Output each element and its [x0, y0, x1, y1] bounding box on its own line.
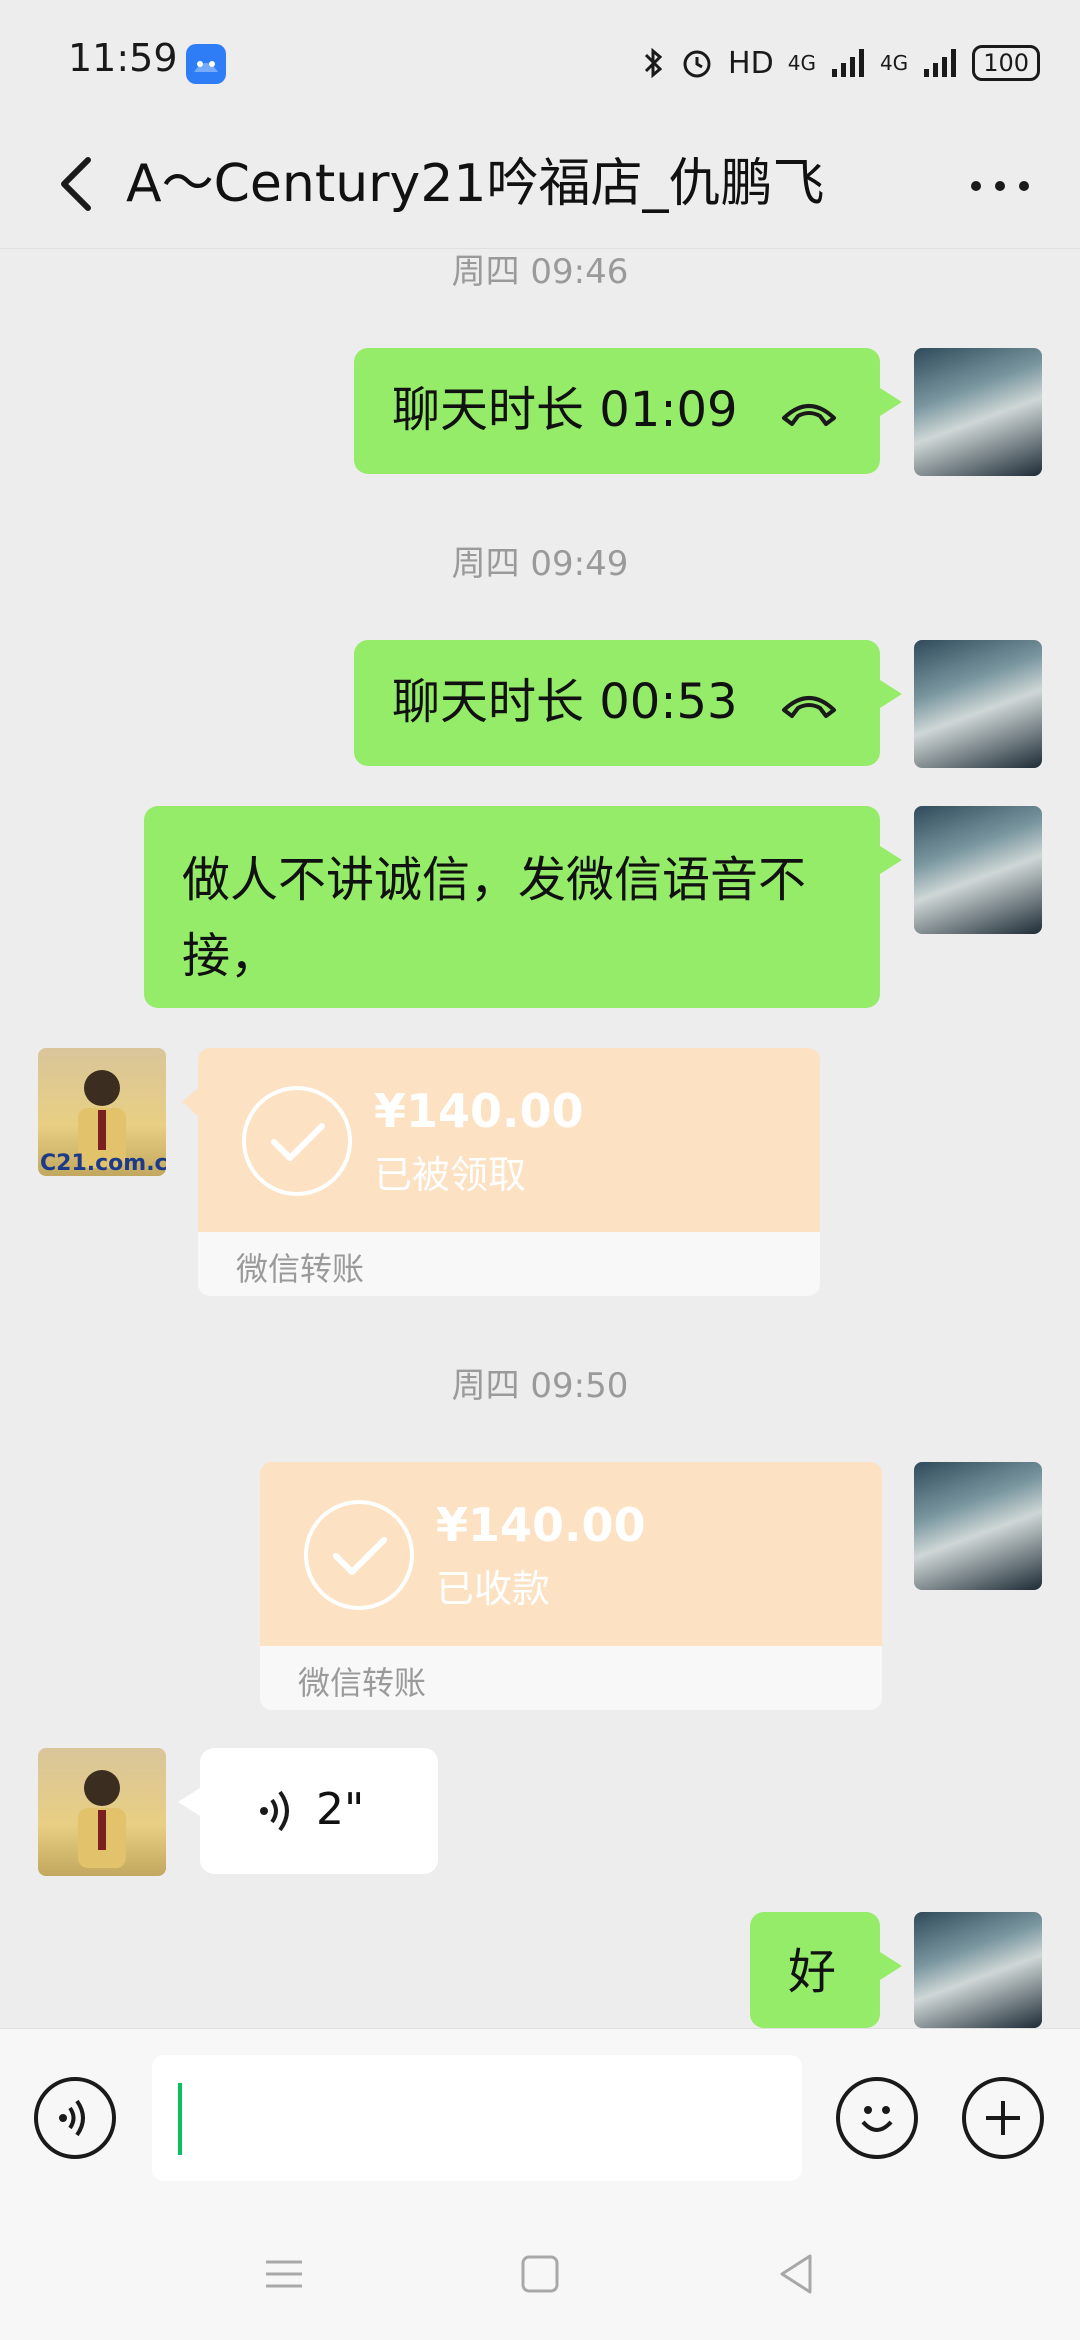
- text-message-bubble[interactable]: 好: [750, 1912, 902, 2028]
- my-avatar[interactable]: [914, 348, 1042, 476]
- chat-header: A～Century21吟福店_仇鹏飞: [0, 120, 1080, 249]
- emoji-button[interactable]: [836, 2077, 918, 2159]
- my-avatar[interactable]: [914, 1912, 1042, 2028]
- signal-4g-2: 4G: [879, 51, 909, 75]
- check-icon: [242, 1086, 352, 1196]
- more-options-button[interactable]: [960, 144, 1040, 224]
- timestamp: 周四 09:50: [451, 1366, 629, 1406]
- back-triangle-icon[interactable]: [776, 2252, 816, 2296]
- back-button[interactable]: [40, 144, 120, 224]
- transfer-card[interactable]: ¥140.00 已收款 微信转账: [260, 1462, 882, 1710]
- status-bar: 11:59 HD 4G 4G 100: [0, 0, 1080, 120]
- transfer-source: 微信转账: [298, 1664, 427, 1702]
- signal-4g-1: 4G: [787, 51, 816, 75]
- app-notification-icon: [186, 44, 226, 84]
- chevron-left-icon: [61, 157, 91, 211]
- status-time: 11:59: [68, 36, 178, 80]
- call-record-bubble[interactable]: 聊天时长 01:09: [354, 348, 902, 474]
- more-functions-button[interactable]: [962, 2077, 1044, 2159]
- timestamp: 周四 09:49: [451, 544, 629, 584]
- message-text: 好: [788, 1944, 837, 2000]
- home-icon[interactable]: [520, 2254, 560, 2294]
- text-caret: [178, 2083, 182, 2155]
- call-duration: 聊天时长 01:09: [392, 382, 738, 438]
- message-input[interactable]: [152, 2055, 802, 2181]
- call-duration: 聊天时长 00:53: [392, 674, 738, 730]
- transfer-source: 微信转账: [236, 1250, 365, 1288]
- contact-avatar[interactable]: C21.com.cn: [38, 1048, 166, 1176]
- my-avatar[interactable]: [914, 640, 1042, 768]
- transfer-card[interactable]: ¥140.00 已被领取 微信转账: [182, 1048, 820, 1296]
- plus-icon: [986, 2101, 1020, 2135]
- chat-title: A～Century21吟福店_仇鹏飞: [126, 154, 825, 214]
- bluetooth-icon: [644, 47, 663, 79]
- message-text: 做人不讲诚信，发微信语音不接，: [182, 852, 807, 984]
- phone-hangup-icon: [782, 404, 836, 426]
- voice-wave-icon: [59, 2099, 85, 2137]
- voice-message-bubble[interactable]: 2": [178, 1748, 438, 1874]
- menu-icon[interactable]: [262, 2254, 306, 2294]
- transfer-amount: ¥140.00: [436, 1498, 646, 1552]
- transfer-status: 已收款: [436, 1567, 551, 1611]
- timestamp: 周四 09:46: [451, 252, 629, 292]
- my-avatar[interactable]: [914, 806, 1042, 934]
- contact-avatar[interactable]: [38, 1748, 166, 1876]
- alarm-icon: [683, 50, 711, 78]
- more-dots-icon: [971, 181, 1029, 191]
- hd-label: HD: [728, 45, 774, 81]
- call-record-bubble[interactable]: 聊天时长 00:53: [354, 640, 902, 766]
- text-message-bubble[interactable]: 做人不讲诚信，发微信语音不接，: [144, 806, 902, 1008]
- signal-bars-icon: [831, 49, 864, 77]
- voice-wave-icon: [260, 1790, 289, 1832]
- battery-icon: 100: [972, 45, 1040, 81]
- check-icon: [304, 1500, 414, 1610]
- voice-duration: 2": [316, 1784, 365, 1835]
- my-avatar[interactable]: [914, 1462, 1042, 1590]
- input-bar: [0, 2028, 1080, 2209]
- avatar-logo-text: C21.com.cn: [40, 1151, 166, 1176]
- voice-input-button[interactable]: [34, 2077, 116, 2159]
- system-nav-bar: [0, 2208, 1080, 2340]
- phone-hangup-icon: [782, 696, 836, 718]
- status-icons: HD 4G 4G 100: [642, 40, 1040, 86]
- smiley-icon: [861, 2106, 893, 2132]
- transfer-status: 已被领取: [374, 1153, 527, 1197]
- signal-bars-icon-2: [924, 49, 957, 77]
- transfer-amount: ¥140.00: [374, 1084, 584, 1138]
